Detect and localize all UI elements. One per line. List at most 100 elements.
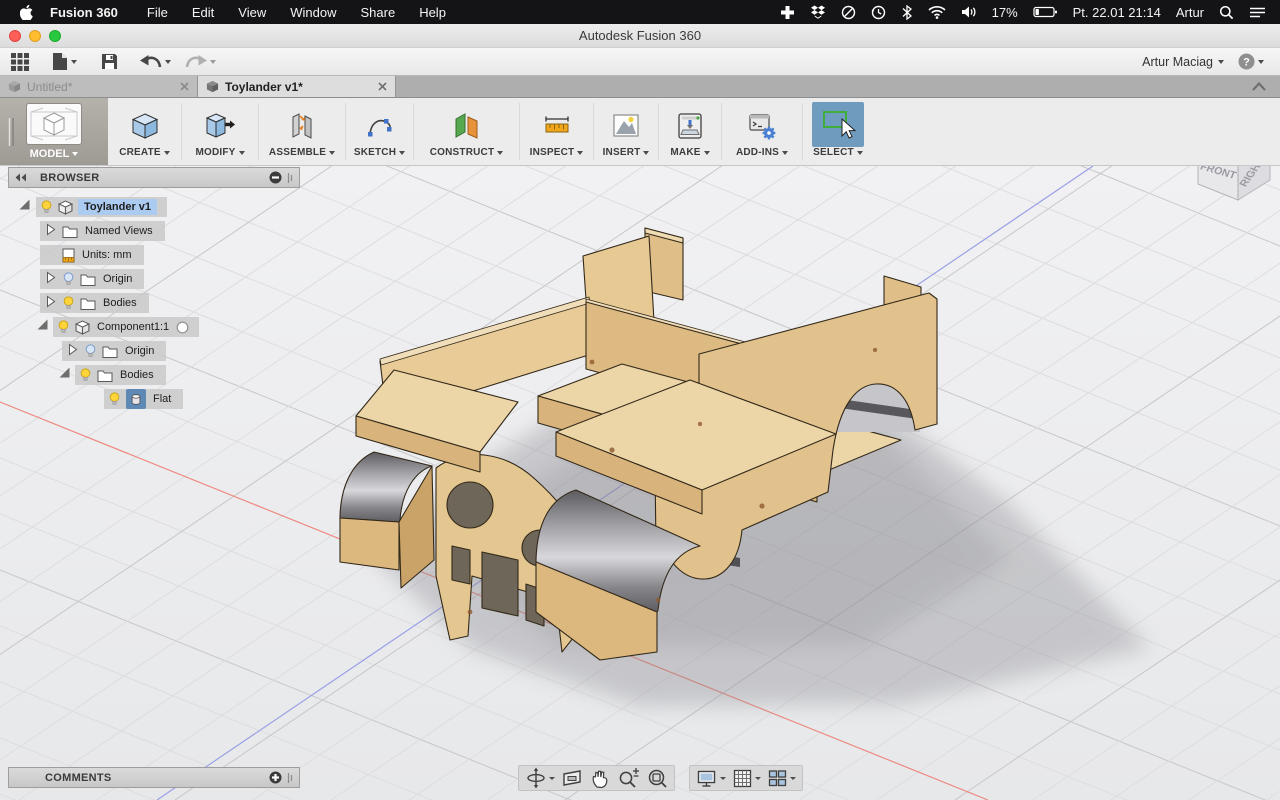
menubar-app-name[interactable]: Fusion 360 bbox=[50, 5, 118, 20]
bulb-hidden-icon[interactable] bbox=[84, 344, 97, 359]
tree-row-flat[interactable]: Flat bbox=[8, 387, 300, 411]
workspace-selector[interactable]: MODEL bbox=[0, 98, 108, 165]
comments-header[interactable]: COMMENTS bbox=[8, 767, 300, 788]
help-button[interactable]: ? bbox=[1238, 53, 1264, 70]
browser-header[interactable]: BROWSER bbox=[8, 167, 300, 188]
tree-row-named-views[interactable]: Named Views bbox=[8, 219, 300, 243]
menu-view[interactable]: View bbox=[226, 5, 278, 20]
wifi-icon[interactable] bbox=[928, 5, 946, 19]
menu-edit[interactable]: Edit bbox=[180, 5, 226, 20]
tree-label[interactable]: Origin bbox=[123, 344, 156, 358]
menu-share[interactable]: Share bbox=[348, 5, 407, 20]
apple-menu-icon[interactable] bbox=[20, 5, 33, 20]
disclosure-expanded-icon[interactable] bbox=[36, 318, 49, 336]
panel-drag-grip[interactable] bbox=[287, 172, 293, 184]
account-menu[interactable]: Artur Maciag bbox=[1142, 55, 1224, 69]
tree-label[interactable]: Origin bbox=[101, 272, 134, 286]
menu-help[interactable]: Help bbox=[407, 5, 458, 20]
fit-button[interactable] bbox=[646, 767, 668, 789]
bulb-visible-icon[interactable] bbox=[108, 392, 121, 407]
ribbon-group-addins[interactable]: ADD-INS bbox=[722, 98, 802, 165]
do-not-disturb-icon[interactable] bbox=[841, 5, 856, 20]
ribbon-group-construct[interactable]: CONSTRUCT bbox=[414, 98, 519, 165]
ribbon-group-insert[interactable]: INSERT bbox=[594, 98, 658, 165]
tree-row-toylander[interactable]: Toylander v1 bbox=[8, 195, 300, 219]
redo-button[interactable] bbox=[185, 54, 216, 70]
bulb-hidden-icon[interactable] bbox=[62, 272, 75, 287]
tree-row-component1[interactable]: Component1:1 bbox=[8, 315, 300, 339]
orbit-button[interactable] bbox=[525, 767, 555, 789]
disclosure-collapsed-icon[interactable] bbox=[44, 223, 57, 239]
time-machine-icon[interactable] bbox=[871, 5, 886, 20]
collapse-panel-icon[interactable] bbox=[15, 173, 27, 182]
display-settings-button[interactable] bbox=[696, 768, 726, 789]
ribbon-group-sketch[interactable]: SKETCH bbox=[346, 98, 413, 165]
tree-label[interactable]: Units: mm bbox=[80, 248, 134, 262]
menu-window[interactable]: Window bbox=[278, 5, 348, 20]
tree-row-origin[interactable]: Origin bbox=[8, 267, 300, 291]
tree-label[interactable]: Bodies bbox=[101, 296, 139, 310]
tree-row-bodies-2[interactable]: Bodies bbox=[8, 363, 300, 387]
save-button[interactable] bbox=[101, 53, 118, 70]
tree-label[interactable]: Flat bbox=[151, 392, 173, 406]
ribbon-group-create[interactable]: CREATE bbox=[108, 98, 181, 165]
notification-center-icon[interactable] bbox=[1249, 6, 1266, 19]
activate-component-radio[interactable] bbox=[176, 321, 189, 334]
grid-settings-button[interactable] bbox=[732, 768, 761, 789]
tree-label[interactable]: Toylander v1 bbox=[78, 199, 157, 215]
bluetooth-icon[interactable] bbox=[901, 5, 913, 20]
menu-file[interactable]: File bbox=[135, 5, 180, 20]
disclosure-expanded-icon[interactable] bbox=[18, 198, 31, 216]
bulb-visible-icon[interactable] bbox=[62, 296, 75, 311]
ribbon-group-select[interactable]: SELECT bbox=[803, 98, 873, 165]
ribbon-group-assemble[interactable]: ASSEMBLE bbox=[259, 98, 345, 165]
tree-label[interactable]: Bodies bbox=[118, 368, 156, 382]
menubar-clock[interactable]: Pt. 22.01 21:14 bbox=[1073, 5, 1161, 20]
tree-row-units[interactable]: Units: mm bbox=[8, 243, 300, 267]
zoom-window-button[interactable] bbox=[49, 30, 61, 42]
minimize-window-button[interactable] bbox=[29, 30, 41, 42]
menubar-user[interactable]: Artur bbox=[1176, 5, 1204, 20]
display-dropdown-caret[interactable] bbox=[720, 777, 726, 780]
pan-button[interactable] bbox=[589, 767, 611, 789]
tree-row-origin-2[interactable]: Origin bbox=[8, 339, 300, 363]
bulb-visible-icon[interactable] bbox=[40, 200, 53, 215]
hide-panel-minus-icon[interactable] bbox=[269, 171, 282, 184]
disclosure-expanded-icon[interactable] bbox=[58, 366, 71, 384]
undo-button[interactable] bbox=[140, 54, 171, 70]
expand-panel-plus-icon[interactable] bbox=[269, 771, 282, 784]
ribbon-group-inspect[interactable]: INSPECT bbox=[520, 98, 593, 165]
orbit-dropdown-caret[interactable] bbox=[549, 777, 555, 780]
tab-untitled[interactable]: Untitled* bbox=[0, 76, 198, 97]
bulb-visible-icon[interactable] bbox=[79, 368, 92, 383]
panel-drag-grip[interactable] bbox=[287, 772, 293, 784]
close-window-button[interactable] bbox=[9, 30, 21, 42]
tree-label[interactable]: Named Views bbox=[83, 224, 155, 238]
tab-toylander[interactable]: Toylander v1* bbox=[198, 76, 396, 97]
zoom-button[interactable] bbox=[617, 767, 640, 789]
disclosure-collapsed-icon[interactable] bbox=[44, 295, 57, 311]
disclosure-collapsed-icon[interactable] bbox=[66, 343, 79, 359]
disclosure-collapsed-icon[interactable] bbox=[44, 271, 57, 287]
dropbox-icon[interactable] bbox=[810, 5, 826, 20]
look-at-button[interactable] bbox=[561, 767, 583, 789]
tree-label[interactable]: Component1:1 bbox=[95, 320, 171, 334]
viewport-canvas[interactable]: TOP FRONT RIGHT BROWSER Toylander v1 bbox=[0, 166, 1280, 800]
grid-dropdown-caret[interactable] bbox=[755, 777, 761, 780]
volume-icon[interactable] bbox=[961, 5, 977, 19]
viewports-dropdown-caret[interactable] bbox=[790, 777, 796, 780]
data-panel-grid-button[interactable] bbox=[10, 52, 30, 72]
ribbon-group-modify[interactable]: MODIFY bbox=[182, 98, 258, 165]
ribbon-toolbar: MODEL CREATE MODIFY ASSEMBLE SKETCH CONS… bbox=[0, 98, 1280, 166]
close-tab-icon[interactable] bbox=[180, 82, 189, 91]
collapse-ribbon-chevron[interactable] bbox=[1252, 76, 1266, 97]
health-plus-icon[interactable] bbox=[780, 5, 795, 20]
view-cube[interactable]: TOP FRONT RIGHT bbox=[1198, 166, 1270, 200]
viewports-button[interactable] bbox=[767, 768, 796, 789]
ribbon-group-make[interactable]: MAKE bbox=[659, 98, 721, 165]
spotlight-search-icon[interactable] bbox=[1219, 5, 1234, 20]
bulb-visible-icon[interactable] bbox=[57, 320, 70, 335]
file-menu-button[interactable] bbox=[52, 52, 77, 71]
tree-row-bodies[interactable]: Bodies bbox=[8, 291, 300, 315]
close-tab-icon[interactable] bbox=[378, 82, 387, 91]
